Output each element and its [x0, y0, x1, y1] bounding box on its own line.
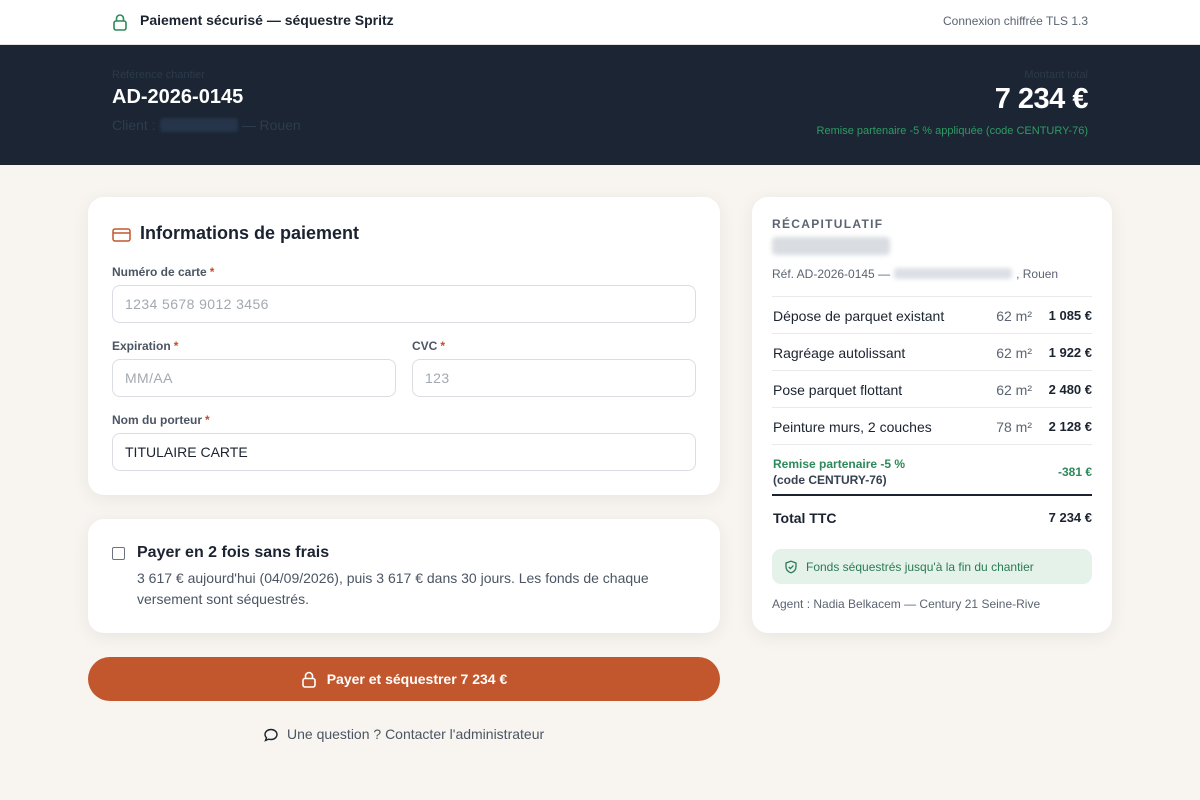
required-marker: * — [440, 339, 446, 353]
chat-bubble-icon — [264, 728, 278, 742]
client-line: Client : — Rouen — [112, 117, 301, 133]
expiration-label-text: Expiration — [112, 339, 171, 353]
line-item: Dépose de parquet existant 62 m² 1 085 € — [772, 296, 1092, 333]
total-row: Total TTC 7 234 € — [772, 494, 1092, 538]
credit-card-icon — [112, 228, 131, 242]
line-item-quantity: 78 m² — [996, 419, 1032, 435]
client-name-redacted — [772, 237, 890, 255]
discount-amount: -381 € — [1057, 465, 1092, 479]
total-amount: 7 234 € — [1048, 510, 1092, 525]
address-redacted — [894, 268, 1013, 279]
client-name-redacted — [159, 118, 238, 132]
recap-title: RÉCAPITULATIF — [772, 217, 884, 231]
required-marker: * — [173, 339, 179, 353]
line-item: Pose parquet flottant 62 m² 2 480 € — [772, 370, 1092, 407]
secure-payment-title: Paiement sécurisé — séquestre Spritz — [140, 12, 394, 28]
discount-label-line1: Remise partenaire -5 % — [773, 457, 906, 471]
cardholder-input[interactable] — [112, 433, 696, 471]
cvc-label: CVC * — [412, 339, 445, 353]
line-item-amount: 2 128 € — [1048, 419, 1092, 434]
line-item-quantity: 62 m² — [996, 382, 1032, 398]
reference-value: AD-2026-0145 — [112, 86, 244, 108]
line-item: Ragréage autolissant 62 m² 1 922 € — [772, 333, 1092, 370]
payment-info-title: Informations de paiement — [140, 223, 360, 243]
split-payment-card: Payer en 2 fois sans frais 3 617 € aujou… — [88, 519, 720, 633]
payment-info-card: Informations de paiement Numéro de carte… — [88, 197, 720, 495]
lock-icon — [301, 671, 316, 688]
lock-icon — [113, 14, 127, 31]
line-item: Peinture murs, 2 couches 78 m² 2 128 € — [772, 407, 1092, 444]
top-bar: Paiement sécurisé — séquestre Spritz Con… — [0, 0, 1200, 45]
project-banner: Référence chantier AD-2026-0145 Client :… — [0, 45, 1200, 165]
pay-and-escrow-button[interactable]: Payer et séquestrer 7 234 € — [88, 657, 720, 701]
line-item-amount: 1 922 € — [1048, 345, 1092, 360]
cardholder-label-text: Nom du porteur — [112, 413, 202, 427]
required-marker: * — [205, 413, 210, 427]
discount-label-line2: (code CENTURY-76) — [773, 473, 887, 487]
card-number-input[interactable] — [112, 285, 696, 323]
cvc-label-text: CVC — [412, 339, 438, 353]
line-item-amount: 1 085 € — [1048, 308, 1092, 323]
recap-line-items: Dépose de parquet existant 62 m² 1 085 €… — [772, 296, 1092, 538]
expiration-input[interactable] — [112, 359, 396, 397]
recap-ref-prefix: Réf. AD-2026-0145 — — [772, 267, 891, 281]
discount-row: Remise partenaire -5 % (code CENTURY-76)… — [772, 444, 1092, 494]
line-item-label: Ragréage autolissant — [773, 345, 906, 361]
client-city: — Rouen — [241, 117, 301, 133]
contact-admin-label: Une question ? Contacter l'administrateu… — [287, 725, 545, 742]
reference-label: Référence chantier — [112, 69, 205, 81]
tls-status: Connexion chiffrée TLS 1.3 — [943, 14, 1088, 28]
discount-applied-note: Remise partenaire -5 % appliquée (code C… — [816, 125, 1088, 137]
total-label: Total TTC — [773, 510, 837, 526]
cardholder-label: Nom du porteur * — [112, 413, 210, 427]
required-marker: * — [209, 265, 215, 279]
recap-card: RÉCAPITULATIF Réf. AD-2026-0145 — , Rouen… — [752, 197, 1112, 633]
split-payment-title: Payer en 2 fois sans frais — [137, 544, 330, 561]
agent-info: Agent : Nadia Belkacem — Century 21 Sein… — [772, 597, 1041, 611]
split-payment-description: 3 617 € aujourd'hui (04/09/2026), puis 3… — [137, 570, 649, 607]
pay-button-label: Payer et séquestrer 7 234 € — [326, 671, 508, 687]
discount-label: Remise partenaire -5 % (code CENTURY-76) — [773, 456, 933, 488]
total-amount-label: Montant total — [1024, 69, 1088, 81]
escrow-label: Fonds séquestrés jusqu'à la fin du chant… — [806, 559, 1034, 574]
contact-admin-link[interactable]: Une question ? Contacter l'administrateu… — [263, 724, 544, 743]
client-prefix: Client : — [112, 117, 156, 133]
expiration-label: Expiration * — [112, 339, 178, 353]
line-item-amount: 2 480 € — [1048, 382, 1092, 397]
recap-ref-suffix: , Rouen — [1016, 267, 1059, 281]
line-item-label: Peinture murs, 2 couches — [773, 419, 932, 435]
total-amount-value: 7 234 € — [994, 83, 1089, 115]
line-item-label: Dépose de parquet existant — [773, 308, 945, 324]
card-number-label: Numéro de carte * — [112, 265, 214, 279]
line-item-quantity: 62 m² — [996, 308, 1032, 324]
line-item-quantity: 62 m² — [996, 345, 1032, 361]
split-payment-checkbox[interactable] — [112, 547, 125, 560]
shield-check-icon — [785, 560, 797, 573]
card-number-label-text: Numéro de carte — [112, 265, 207, 279]
line-item-label: Pose parquet flottant — [773, 382, 903, 398]
escrow-badge: Fonds séquestrés jusqu'à la fin du chant… — [772, 549, 1092, 584]
recap-reference: Réf. AD-2026-0145 — , Rouen — [772, 267, 1058, 281]
cvc-input[interactable] — [412, 359, 696, 397]
